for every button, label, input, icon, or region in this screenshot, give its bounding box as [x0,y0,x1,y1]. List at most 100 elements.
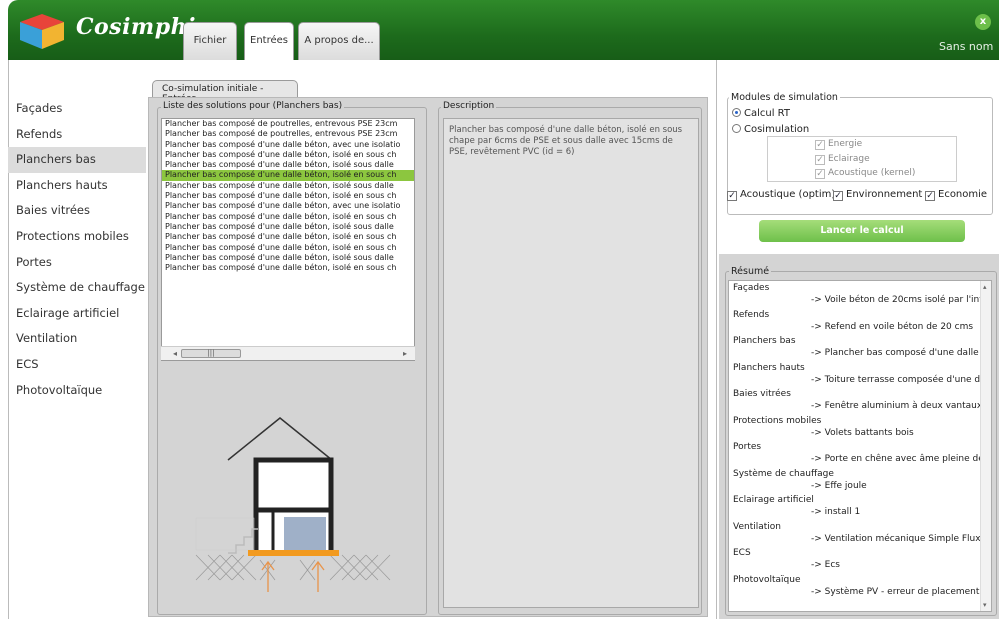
sidebar-item-facades[interactable]: Façades [8,96,146,122]
list-item[interactable]: Plancher bas composé d'une dalle béton, … [162,140,414,150]
document-name: Sans nom [939,40,994,53]
checkbox-environnement-label: Environnement [846,189,923,200]
tab-fichier[interactable]: Fichier [183,22,237,60]
check-icon[interactable]: ✓ [815,140,825,150]
app-name: Cosimphi [76,14,196,40]
resume-value: -> Porte en chêne avec âme pleine de [811,454,984,464]
solutions-list[interactable]: Plancher bas composé de poutrelles, entr… [161,118,415,361]
resume-list: Façades -> Voile béton de 20cms isolé par… [728,280,992,612]
sidebar-item-refends[interactable]: Refends [8,122,146,148]
resume-category: Ventilation [733,521,781,532]
radio-off-icon[interactable] [732,124,741,133]
check-icon[interactable]: ✓ [815,169,825,179]
radio-on-icon[interactable] [732,108,741,117]
app-header: Cosimphi Fichier Entrées A propos de... … [8,0,999,60]
resume-value: -> Système PV - erreur de placement [811,586,980,597]
checkbox-acoustique-kernel[interactable]: ✓ Acoustique (kernel) [815,168,915,179]
sidebar-item-systeme-chauffage[interactable]: Système de chauffage [8,275,146,301]
check-icon[interactable]: ✓ [815,155,825,165]
list-item[interactable]: Plancher bas composé d'une dalle béton, … [162,160,414,170]
sidebar-item-protections-mobiles[interactable]: Protections mobiles [8,224,146,250]
checkbox-acoustique-optim[interactable]: ✓ Acoustique (optim) [727,189,835,201]
resume-value: -> Volets battants bois [811,427,914,438]
radio-cosimulation[interactable]: Cosimulation [732,124,809,135]
solutions-legend: Liste des solutions pour (Planchers bas) [161,101,345,111]
list-item[interactable]: Plancher bas composé d'une dalle béton, … [162,191,414,201]
list-item[interactable]: Plancher bas composé d'une dalle béton, … [162,201,414,211]
scroll-down-icon[interactable]: ▾ [983,601,987,609]
sidebar-item-ecs[interactable]: ECS [8,352,146,378]
check-icon[interactable]: ✓ [727,191,737,201]
checkbox-energie-label: Energie [828,139,863,149]
resume-legend: Résumé [729,266,772,277]
cube-logo-icon [20,14,64,49]
sidebar: Façades Refends Planchers bas Planchers … [8,96,146,403]
resume-category: Protections mobiles [733,415,822,426]
house-floor-diagram [195,417,391,592]
modules-legend: Modules de simulation [729,92,840,103]
tab-co-simulation[interactable]: Co-simulation initiale - Entrées [152,80,298,104]
horizontal-scrollbar[interactable]: ◂ ||| ▸ [161,346,415,360]
resume-category: Façades [733,283,770,293]
list-item[interactable]: Plancher bas composé d'une dalle béton, … [162,263,414,273]
resume-category: Système de chauffage [733,468,834,479]
checkbox-acoustique-kernel-label: Acoustique (kernel) [828,168,916,178]
checkbox-environnement[interactable]: ✓ Environnement [833,189,922,201]
description-text: Plancher bas composé d'une dalle béton, … [443,118,699,608]
list-item[interactable]: Plancher bas composé de poutrelles, entr… [162,119,414,129]
resume-value: -> Refend en voile béton de 20 cms [811,321,974,332]
resume-value: -> install 1 [811,507,861,517]
resume-category: Eclairage artificiel [733,495,814,505]
sidebar-item-portes[interactable]: Portes [8,250,146,276]
checkbox-economie[interactable]: ✓ Economie [925,189,987,201]
list-item[interactable]: Plancher bas composé d'une dalle béton, … [162,232,414,242]
sidebar-item-baies-vitrees[interactable]: Baies vitrées [8,198,146,224]
description-legend: Description [441,101,497,111]
radio-calcul-rt[interactable]: Calcul RT [732,108,790,119]
resume-value: -> Voile béton de 20cms isolé par l'inté [811,295,989,305]
list-item[interactable]: Plancher bas composé de poutrelles, entr… [162,129,414,139]
check-icon[interactable]: ✓ [833,191,843,201]
resume-value: -> Fenêtre aluminium à deux vantaux e [811,401,991,411]
resume-value: -> Ecs [811,560,840,570]
list-item[interactable]: Plancher bas composé d'une dalle béton, … [162,243,414,253]
resume-category: Refends [733,309,770,320]
sidebar-item-photovoltaique[interactable]: Photovoltaïque [8,378,146,404]
list-item[interactable]: Plancher bas composé d'une dalle béton, … [162,150,414,160]
list-item[interactable]: Plancher bas composé d'une dalle béton, … [162,181,414,191]
radio-cosimulation-label: Cosimulation [744,124,810,135]
resume-category: Portes [733,442,762,452]
checkbox-acoustique-optim-label: Acoustique (optim) [740,189,836,200]
scroll-up-icon[interactable]: ▴ [983,283,987,291]
check-icon[interactable]: ✓ [925,191,935,201]
sidebar-item-eclairage-artificiel[interactable]: Eclairage artificiel [8,301,146,327]
resume-category: Baies vitrées [733,389,791,399]
sidebar-item-planchers-bas[interactable]: Planchers bas [8,147,146,173]
sidebar-item-planchers-hauts[interactable]: Planchers hauts [8,173,146,199]
scroll-right-icon[interactable]: ▸ [403,349,407,358]
resume-value: -> Toiture terrasse composée d'une da [811,374,986,385]
resume-category: Planchers bas [733,336,796,346]
tab-entrees[interactable]: Entrées [244,22,294,60]
resume-category: ECS [733,548,751,558]
list-item[interactable]: Plancher bas composé d'une dalle béton, … [162,222,414,232]
sidebar-item-ventilation[interactable]: Ventilation [8,326,146,352]
checkbox-eclairage[interactable]: ✓ Eclairage [815,154,870,165]
scroll-left-icon[interactable]: ◂ [173,349,177,358]
resume-value: -> Plancher bas composé d'une dalle b [811,348,988,358]
close-button[interactable]: x [975,14,991,30]
checkbox-eclairage-label: Eclairage [828,154,870,164]
list-item[interactable]: Plancher bas composé d'une dalle béton, … [162,170,414,181]
checkbox-energie[interactable]: ✓ Energie [815,139,862,150]
list-item[interactable]: Plancher bas composé d'une dalle béton, … [162,253,414,263]
resume-category: Photovoltaïque [733,574,801,585]
resume-value: -> Effe joule [811,480,867,491]
resume-category: Planchers hauts [733,362,805,373]
run-calculation-button[interactable]: Lancer le calcul [759,220,965,242]
radio-calcul-rt-label: Calcul RT [744,108,791,119]
resume-value: -> Ventilation mécanique Simple Flux p [811,533,990,544]
scrollbar-thumb[interactable]: ||| [181,349,241,358]
tab-a-propos[interactable]: A propos de... [298,22,380,60]
list-item[interactable]: Plancher bas composé d'une dalle béton, … [162,212,414,222]
vertical-scrollbar[interactable]: ▴ ▾ [980,281,991,611]
